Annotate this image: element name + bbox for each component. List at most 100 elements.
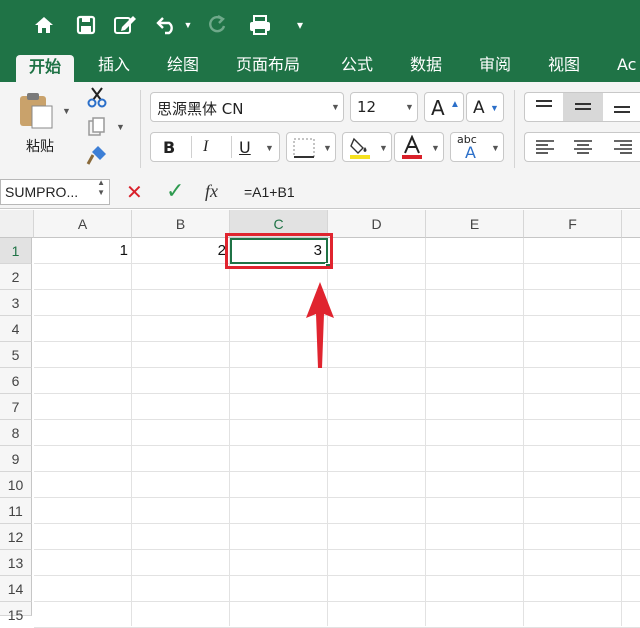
arrow-up-icon: ▲ (450, 99, 460, 110)
italic-button[interactable]: I (203, 138, 208, 156)
column-header-f[interactable]: F (524, 210, 622, 238)
row-header-2[interactable]: 2 (0, 264, 32, 290)
tab-formulas[interactable]: 公式 (341, 52, 373, 82)
home-icon[interactable] (30, 10, 58, 40)
redo-icon[interactable] (204, 10, 230, 40)
worksheet-grid: A B C D E F 1 2 3 4 5 6 7 8 9 10 11 12 13 14 15 1 2 3 (0, 210, 640, 628)
horizontal-align-group (524, 132, 640, 162)
column-header-a[interactable]: A (34, 210, 132, 238)
row-header-1[interactable]: 1 (0, 238, 32, 264)
align-top-icon (536, 100, 552, 107)
align-bottom-icon (614, 106, 630, 113)
align-bottom-button[interactable] (603, 93, 640, 121)
cell-a1[interactable]: 1 (34, 238, 132, 264)
insert-function-button[interactable]: fx (205, 181, 218, 202)
font-name-dropdown-icon: ▼ (331, 102, 340, 112)
increase-font-button[interactable]: A ▲ (424, 92, 464, 122)
row-header-6[interactable]: 6 (0, 368, 32, 394)
arrow-down-icon: ▼ (490, 103, 499, 113)
column-header-d[interactable]: D (328, 210, 426, 238)
row-header-13[interactable]: 13 (0, 550, 32, 576)
align-left-button[interactable] (525, 133, 563, 161)
undo-icon[interactable] (154, 10, 180, 40)
row-header-5[interactable]: 5 (0, 342, 32, 368)
copy-dropdown-icon[interactable]: ▼ (116, 122, 125, 132)
tab-home[interactable]: 开始 (16, 55, 74, 82)
row-header-9[interactable]: 9 (0, 446, 32, 472)
ribbon-divider (140, 90, 141, 168)
align-middle-button[interactable] (563, 93, 603, 121)
phonetic-guide-button[interactable]: abc A ▼ (450, 132, 504, 162)
select-all-corner[interactable] (0, 210, 34, 238)
tab-page-layout[interactable]: 页面布局 (236, 52, 300, 82)
row-header-3[interactable]: 3 (0, 290, 32, 316)
align-top-button[interactable] (525, 93, 563, 121)
row-header-8[interactable]: 8 (0, 420, 32, 446)
enter-icon[interactable]: ✓ (166, 178, 184, 204)
undo-dropdown-icon[interactable]: ▼ (182, 10, 194, 40)
paste-dropdown-icon[interactable]: ▼ (62, 106, 71, 116)
cancel-icon[interactable]: ✕ (126, 180, 143, 205)
ribbon-tabs: 开始 插入 绘图 页面布局 公式 数据 审阅 视图 Ac (0, 52, 640, 82)
save-icon[interactable] (72, 10, 100, 40)
tab-overflow[interactable]: Ac (617, 52, 636, 82)
font-color-button[interactable]: ▼ (394, 132, 444, 162)
underline-button[interactable]: U (239, 138, 251, 157)
gridline-vertical (425, 238, 426, 626)
font-size-select[interactable]: 12 ▼ (350, 92, 418, 122)
row-header-14[interactable]: 14 (0, 576, 32, 602)
row-header-4[interactable]: 4 (0, 316, 32, 342)
tab-data[interactable]: 数据 (410, 52, 442, 82)
title-bar: ▼ ▾ (0, 0, 640, 52)
column-header-g[interactable] (622, 210, 640, 238)
font-name-select[interactable]: 思源黑体 CN ▼ (150, 92, 344, 122)
name-box-value: SUMPRO... (5, 184, 79, 200)
ribbon-divider (514, 90, 515, 168)
paste-label[interactable]: 粘贴 (26, 136, 54, 156)
name-box-stepper-icon[interactable]: ▲ ▼ (97, 180, 105, 198)
row-header-11[interactable]: 11 (0, 498, 32, 524)
tab-insert[interactable]: 插入 (98, 52, 130, 82)
group-divider (191, 136, 192, 158)
tab-review[interactable]: 审阅 (479, 52, 511, 82)
tab-draw[interactable]: 绘图 (167, 52, 199, 82)
bold-button[interactable]: B (163, 138, 175, 157)
row-header-10[interactable]: 10 (0, 472, 32, 498)
gridline-vertical (523, 238, 524, 626)
print-icon[interactable] (246, 10, 274, 40)
row-header-15[interactable]: 15 (0, 602, 32, 623)
customize-caret-icon[interactable]: ▾ (290, 10, 310, 40)
decrease-font-button[interactable]: A ▼ (466, 92, 504, 122)
cut-icon[interactable] (86, 86, 108, 108)
borders-icon (293, 138, 315, 158)
font-size-value: 12 (357, 98, 377, 116)
copy-icon[interactable] (86, 116, 108, 138)
gridline-horizontal (34, 523, 640, 524)
formula-bar: SUMPRO... ▲ ▼ ✕ ✓ fx =A1+B1 (0, 176, 640, 209)
align-center-button[interactable] (563, 133, 603, 161)
cell-b1[interactable]: 2 (132, 238, 230, 264)
gridline-vertical (131, 238, 132, 626)
row-header-12[interactable]: 12 (0, 524, 32, 550)
decrease-font-label: A (473, 98, 485, 118)
column-header-e[interactable]: E (426, 210, 524, 238)
align-middle-icon (575, 103, 591, 110)
underline-dropdown-icon[interactable]: ▼ (265, 143, 274, 153)
tab-view[interactable]: 视图 (548, 52, 580, 82)
formula-input[interactable]: =A1+B1 (236, 179, 640, 205)
font-color-icon (402, 135, 422, 159)
name-box[interactable]: SUMPRO... ▲ ▼ (0, 179, 110, 205)
row-header-7[interactable]: 7 (0, 394, 32, 420)
fill-color-button[interactable]: ▼ (342, 132, 392, 162)
borders-button[interactable]: ▼ (286, 132, 336, 162)
gridline-horizontal (34, 393, 640, 394)
gridline-horizontal (34, 471, 640, 472)
font-size-dropdown-icon: ▼ (405, 102, 414, 112)
group-divider (231, 136, 232, 158)
paste-icon[interactable] (16, 90, 56, 130)
format-painter-icon[interactable] (86, 144, 108, 166)
column-header-b[interactable]: B (132, 210, 230, 238)
align-left-icon (536, 140, 554, 154)
align-right-button[interactable] (603, 133, 640, 161)
edit-icon[interactable] (110, 10, 140, 40)
